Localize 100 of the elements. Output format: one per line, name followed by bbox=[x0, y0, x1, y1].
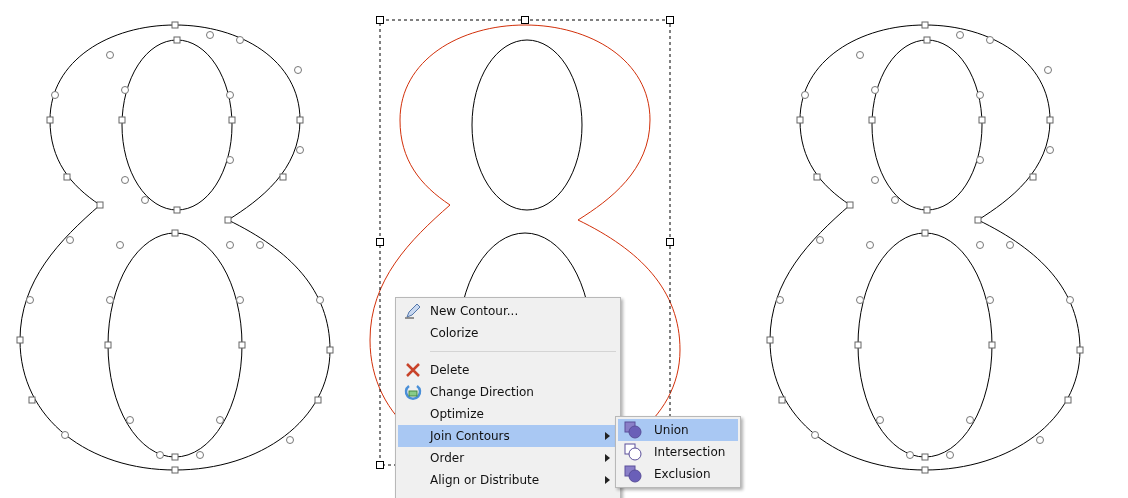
node-point[interactable] bbox=[813, 173, 821, 181]
control-point[interactable] bbox=[891, 196, 899, 204]
control-point[interactable] bbox=[986, 296, 994, 304]
node-point[interactable] bbox=[63, 173, 71, 181]
node-point[interactable] bbox=[921, 466, 929, 474]
menu-item[interactable]: Exclusion bbox=[618, 463, 738, 485]
menu-item[interactable]: Colorize bbox=[398, 322, 618, 344]
node-point[interactable] bbox=[1076, 346, 1084, 354]
node-point[interactable] bbox=[868, 116, 876, 124]
menu-item[interactable]: New Contour... bbox=[398, 300, 618, 322]
control-point[interactable] bbox=[811, 431, 819, 439]
control-point[interactable] bbox=[776, 296, 784, 304]
control-point[interactable] bbox=[1036, 436, 1044, 444]
control-point[interactable] bbox=[856, 51, 864, 59]
control-point[interactable] bbox=[51, 91, 59, 99]
node-point[interactable] bbox=[314, 396, 322, 404]
control-point[interactable] bbox=[956, 31, 964, 39]
node-point[interactable] bbox=[1029, 173, 1037, 181]
control-point[interactable] bbox=[294, 66, 302, 74]
node-point[interactable] bbox=[978, 116, 986, 124]
control-point[interactable] bbox=[226, 241, 234, 249]
control-point[interactable] bbox=[121, 176, 129, 184]
node-point[interactable] bbox=[796, 116, 804, 124]
node-point[interactable] bbox=[846, 201, 854, 209]
control-point[interactable] bbox=[966, 416, 974, 424]
node-point[interactable] bbox=[326, 346, 334, 354]
node-point[interactable] bbox=[171, 466, 179, 474]
node-point[interactable] bbox=[46, 116, 54, 124]
control-point[interactable] bbox=[976, 241, 984, 249]
control-point[interactable] bbox=[206, 31, 214, 39]
control-point[interactable] bbox=[876, 416, 884, 424]
control-point[interactable] bbox=[986, 36, 994, 44]
control-point[interactable] bbox=[1046, 146, 1054, 154]
node-point[interactable] bbox=[766, 336, 774, 344]
control-point[interactable] bbox=[1066, 296, 1074, 304]
node-point[interactable] bbox=[238, 341, 246, 349]
control-point[interactable] bbox=[286, 436, 294, 444]
control-point[interactable] bbox=[61, 431, 69, 439]
node-point[interactable] bbox=[778, 396, 786, 404]
node-point[interactable] bbox=[923, 206, 931, 214]
node-point[interactable] bbox=[921, 229, 929, 237]
control-point[interactable] bbox=[1044, 66, 1052, 74]
node-point[interactable] bbox=[96, 201, 104, 209]
control-point[interactable] bbox=[106, 51, 114, 59]
control-point[interactable] bbox=[236, 36, 244, 44]
control-point[interactable] bbox=[26, 296, 34, 304]
control-point[interactable] bbox=[871, 86, 879, 94]
node-point[interactable] bbox=[171, 21, 179, 29]
menu-item[interactable]: Join Contours bbox=[398, 425, 618, 447]
menu-item[interactable]: Change Direction bbox=[398, 381, 618, 403]
control-point[interactable] bbox=[141, 196, 149, 204]
menu-item[interactable]: Optimize bbox=[398, 403, 618, 425]
node-point[interactable] bbox=[171, 229, 179, 237]
node-point[interactable] bbox=[171, 453, 179, 461]
node-point[interactable] bbox=[173, 36, 181, 44]
node-point[interactable] bbox=[1064, 396, 1072, 404]
control-point[interactable] bbox=[196, 451, 204, 459]
node-point[interactable] bbox=[1046, 116, 1054, 124]
control-point[interactable] bbox=[871, 176, 879, 184]
node-point[interactable] bbox=[921, 453, 929, 461]
menu-item[interactable]: Intersection bbox=[618, 441, 738, 463]
node-point[interactable] bbox=[173, 206, 181, 214]
control-point[interactable] bbox=[296, 146, 304, 154]
node-point[interactable] bbox=[296, 116, 304, 124]
node-point[interactable] bbox=[224, 216, 232, 224]
node-point[interactable] bbox=[228, 116, 236, 124]
menu-item[interactable]: Delete bbox=[398, 359, 618, 381]
control-point[interactable] bbox=[976, 156, 984, 164]
node-point[interactable] bbox=[854, 341, 862, 349]
control-point[interactable] bbox=[856, 296, 864, 304]
control-point[interactable] bbox=[226, 156, 234, 164]
node-point[interactable] bbox=[16, 336, 24, 344]
control-point[interactable] bbox=[226, 91, 234, 99]
control-point[interactable] bbox=[121, 86, 129, 94]
control-point[interactable] bbox=[156, 451, 164, 459]
control-point[interactable] bbox=[116, 241, 124, 249]
control-point[interactable] bbox=[1006, 241, 1014, 249]
node-point[interactable] bbox=[921, 21, 929, 29]
control-point[interactable] bbox=[236, 296, 244, 304]
control-point[interactable] bbox=[126, 416, 134, 424]
control-point[interactable] bbox=[106, 296, 114, 304]
control-point[interactable] bbox=[946, 451, 954, 459]
control-point[interactable] bbox=[866, 241, 874, 249]
node-point[interactable] bbox=[104, 341, 112, 349]
control-point[interactable] bbox=[976, 91, 984, 99]
control-point[interactable] bbox=[816, 236, 824, 244]
control-point[interactable] bbox=[256, 241, 264, 249]
control-point[interactable] bbox=[316, 296, 324, 304]
control-point[interactable] bbox=[216, 416, 224, 424]
control-point[interactable] bbox=[906, 451, 914, 459]
control-point[interactable] bbox=[801, 91, 809, 99]
menu-item[interactable]: Align or Distribute bbox=[398, 469, 618, 491]
node-point[interactable] bbox=[974, 216, 982, 224]
node-point[interactable] bbox=[28, 396, 36, 404]
menu-item[interactable]: Order bbox=[398, 447, 618, 469]
control-point[interactable] bbox=[66, 236, 74, 244]
node-point[interactable] bbox=[118, 116, 126, 124]
node-point[interactable] bbox=[279, 173, 287, 181]
node-point[interactable] bbox=[923, 36, 931, 44]
node-point[interactable] bbox=[988, 341, 996, 349]
